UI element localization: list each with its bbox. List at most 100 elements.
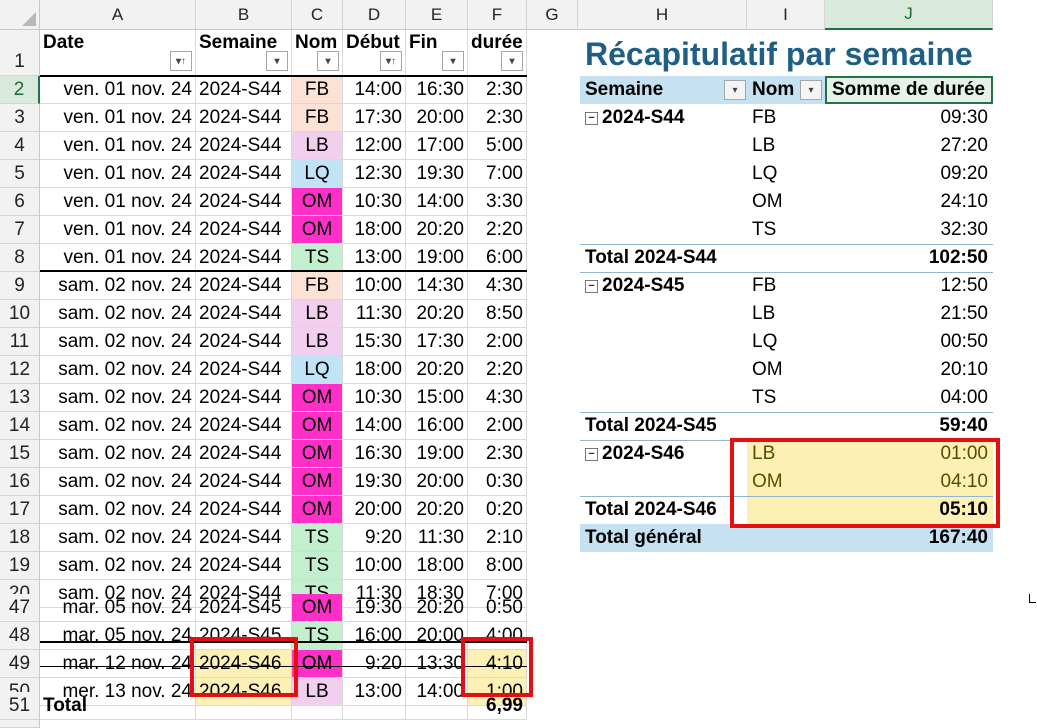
end-time-cell[interactable]: 15:00	[406, 384, 468, 412]
start-time-cell[interactable]: 14:00	[343, 412, 406, 440]
duration-cell[interactable]: 4:30	[468, 384, 527, 412]
date-cell[interactable]: sam. 02 nov. 24	[40, 496, 196, 524]
duration-cell[interactable]: 2:00	[468, 328, 527, 356]
name-cell[interactable]: FB	[292, 76, 343, 104]
pivot-name-cell[interactable]: TS	[747, 384, 825, 412]
week-cell[interactable]: 2024-S44	[196, 272, 292, 300]
date-cell[interactable]: ven. 01 nov. 24	[40, 76, 196, 104]
date-cell[interactable]: mar. 05 nov. 24	[40, 594, 196, 622]
pivot-header-week[interactable]: Semaine	[580, 76, 747, 104]
row-header[interactable]: 47	[0, 594, 40, 622]
week-cell[interactable]: 2024-S44	[196, 188, 292, 216]
row-header[interactable]: 18	[0, 524, 40, 552]
duration-cell[interactable]: 2:30	[468, 440, 527, 468]
week-cell[interactable]: 2024-S45	[196, 594, 292, 622]
pivot-value-cell[interactable]: 12:50	[825, 272, 993, 300]
row-header[interactable]: 7	[0, 216, 40, 244]
row-header[interactable]: 2	[0, 76, 40, 104]
date-cell[interactable]: mar. 05 nov. 24	[40, 622, 196, 650]
empty-cell[interactable]	[527, 76, 578, 104]
pivot-group-week[interactable]: −2024-S44	[580, 104, 747, 132]
end-time-cell[interactable]: 17:30	[406, 328, 468, 356]
week-cell[interactable]: 2024-S44	[196, 244, 292, 272]
name-cell[interactable]: LB	[292, 328, 343, 356]
end-time-cell[interactable]: 20:20	[406, 356, 468, 384]
duration-cell[interactable]: 8:00	[468, 552, 527, 580]
date-cell[interactable]: ven. 01 nov. 24	[40, 216, 196, 244]
start-time-cell[interactable]: 19:30	[343, 594, 406, 622]
start-time-cell[interactable]: 19:30	[343, 468, 406, 496]
row-header[interactable]: 9	[0, 272, 40, 300]
week-cell[interactable]: 2024-S44	[196, 524, 292, 552]
column-header-j[interactable]: J	[825, 0, 993, 30]
date-cell[interactable]: ven. 01 nov. 24	[40, 132, 196, 160]
pivot-grand-total-label[interactable]: Total général	[580, 524, 825, 552]
week-cell[interactable]: 2024-S44	[196, 496, 292, 524]
row-header[interactable]: 17	[0, 496, 40, 524]
pivot-value-cell[interactable]: 21:50	[825, 300, 993, 328]
name-cell[interactable]: OM	[292, 412, 343, 440]
pivot-group-week[interactable]: −2024-S46	[580, 440, 747, 468]
pivot-value-cell[interactable]: 00:50	[825, 328, 993, 356]
pivot-name-filter-icon[interactable]: ▾	[800, 80, 822, 100]
empty-cell[interactable]	[527, 622, 578, 650]
end-time-cell[interactable]: 20:20	[406, 496, 468, 524]
column-header-a[interactable]: A	[40, 0, 196, 30]
pivot-name-cell[interactable]: OM	[747, 356, 825, 384]
row-header[interactable]: 15	[0, 440, 40, 468]
start-time-cell[interactable]: 18:00	[343, 356, 406, 384]
empty-cell[interactable]	[406, 692, 468, 720]
end-time-cell[interactable]: 14:00	[406, 188, 468, 216]
empty-cell[interactable]	[527, 650, 578, 678]
date-cell[interactable]: sam. 02 nov. 24	[40, 300, 196, 328]
start-time-cell[interactable]: 18:00	[343, 216, 406, 244]
name-cell[interactable]: OM	[292, 496, 343, 524]
empty-cell[interactable]	[527, 594, 578, 622]
week-cell[interactable]: 2024-S44	[196, 328, 292, 356]
collapse-minus-icon[interactable]: −	[585, 279, 598, 293]
end-time-cell[interactable]: 20:00	[406, 468, 468, 496]
pivot-value-cell[interactable]: 32:30	[825, 216, 993, 244]
pivot-name-cell[interactable]: LQ	[747, 328, 825, 356]
column-header-i[interactable]: I	[747, 0, 825, 30]
name-cell[interactable]: OM	[292, 650, 343, 678]
end-time-cell[interactable]: 17:00	[406, 132, 468, 160]
week-cell[interactable]: 2024-S44	[196, 132, 292, 160]
start-time-cell[interactable]: 12:00	[343, 132, 406, 160]
end-time-cell[interactable]: 16:00	[406, 412, 468, 440]
sort-filter-icon[interactable]: ▾↑	[170, 51, 192, 71]
pivot-name-cell[interactable]: OM	[747, 188, 825, 216]
start-time-cell[interactable]: 16:00	[343, 622, 406, 650]
name-cell[interactable]: TS	[292, 622, 343, 650]
week-cell[interactable]: 2024-S44	[196, 412, 292, 440]
pivot-name-cell[interactable]: FB	[747, 272, 825, 300]
date-cell[interactable]: mar. 12 nov. 24	[40, 650, 196, 678]
pivot-value-cell[interactable]: 09:30	[825, 104, 993, 132]
row-header[interactable]: 10	[0, 300, 40, 328]
row-header[interactable]: 4	[0, 132, 40, 160]
empty-cell[interactable]	[527, 216, 578, 244]
name-cell[interactable]: FB	[292, 104, 343, 132]
pivot-name-cell[interactable]: LB	[747, 300, 825, 328]
empty-cell[interactable]	[527, 328, 578, 356]
name-cell[interactable]: OM	[292, 468, 343, 496]
row-header[interactable]: 49	[0, 650, 40, 678]
end-time-cell[interactable]: 13:30	[406, 650, 468, 678]
sort-filter-icon[interactable]: ▾↑	[380, 51, 402, 71]
empty-cell[interactable]	[527, 412, 578, 440]
start-time-cell[interactable]: 9:20	[343, 524, 406, 552]
start-time-cell[interactable]: 9:20	[343, 650, 406, 678]
pivot-name-cell[interactable]: LB	[747, 132, 825, 160]
date-cell[interactable]: sam. 02 nov. 24	[40, 328, 196, 356]
column-header-c[interactable]: C	[292, 0, 343, 30]
week-cell[interactable]: 2024-S44	[196, 104, 292, 132]
name-cell[interactable]: TS	[292, 244, 343, 272]
week-cell[interactable]: 2024-S44	[196, 356, 292, 384]
name-cell[interactable]: TS	[292, 552, 343, 580]
row-header[interactable]: 8	[0, 244, 40, 272]
row-header[interactable]: 12	[0, 356, 40, 384]
empty-cell[interactable]	[527, 160, 578, 188]
pivot-name-cell[interactable]: FB	[747, 104, 825, 132]
end-time-cell[interactable]: 18:00	[406, 552, 468, 580]
row-header[interactable]: 19	[0, 552, 40, 580]
